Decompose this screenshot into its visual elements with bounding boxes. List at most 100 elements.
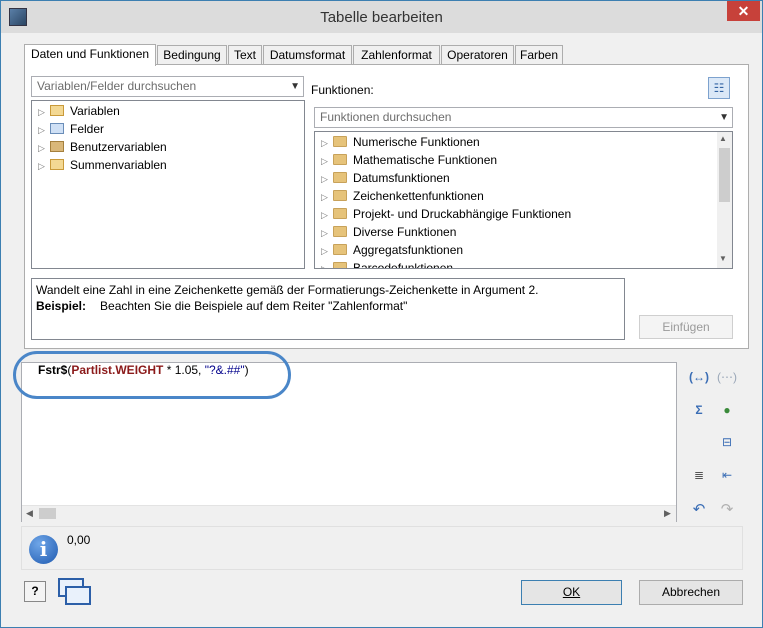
scroll-right-icon[interactable]: ▶ [664,508,671,519]
tab-bedingung[interactable]: Bedingung [157,45,227,65]
tree-item-label: Zeichenkettenfunktionen [353,189,484,203]
tree-item-label: Summenvariablen [70,158,167,172]
example-text: Beachten Sie die Beispiele auf dem Reite… [100,299,408,313]
brackets-icon[interactable]: (↔) [689,368,709,386]
tree-item-label: Numerische Funktionen [353,135,480,149]
expand-icon[interactable]: ▷ [38,139,50,157]
tree-item-label: Felder [70,122,105,136]
window-title: Tabelle bearbeiten [320,9,443,26]
tab-farben[interactable]: Farben [515,45,563,65]
expand-icon[interactable]: ▷ [38,103,50,121]
tree-item-aggregatsfunktionen[interactable]: ▷ Aggregatsfunktionen [321,241,463,259]
functions-search-placeholder: Funktionen durchsuchen [320,110,452,124]
tree-item-zeichenkettenfunktionen[interactable]: ▷ Zeichenkettenfunktionen [321,187,484,205]
user-variable-icon [50,141,64,152]
tree-item-mathematische-funktionen[interactable]: ▷ Mathematische Funktionen [321,151,497,169]
variable-icon [50,105,64,116]
chevron-down-icon: ▼ [719,112,729,123]
expand-icon[interactable]: ▷ [321,170,333,188]
result-value: 0,00 [67,533,91,547]
cancel-button[interactable]: Abbrechen [639,580,743,605]
close-button[interactable]: ✕ [727,1,760,21]
example-label: Beispiel: [36,299,87,313]
folder-icon [333,244,347,255]
editor-horizontal-scrollbar[interactable]: ◀ ▶ [22,505,676,522]
indent-icon[interactable]: ≣ [689,466,709,484]
folder-icon [333,262,347,268]
redo-icon[interactable]: ↷ [717,501,737,519]
title-bar: Tabelle bearbeiten ✕ [1,1,762,33]
windows-icon[interactable] [58,578,91,605]
folder-icon [333,172,347,183]
scrollbar-thumb[interactable] [39,508,56,519]
view-toggle-icon[interactable]: ☷ [708,77,730,99]
functions-scrollbar[interactable]: ▲ ▼ [717,132,732,268]
folder-icon [333,136,347,147]
scroll-up-icon[interactable]: ▲ [719,134,727,143]
function-description: Wandelt eine Zahl in eine Zeichenkette g… [31,278,625,340]
tree-item-projekt-funktionen[interactable]: ▷ Projekt- und Druckabhängige Funktionen [321,205,571,223]
expand-icon[interactable]: ▷ [321,152,333,170]
expand-icon[interactable]: ▷ [321,260,333,268]
undo-icon[interactable]: ↶ [689,501,709,519]
example-line: Beispiel: Beachten Sie die Beispiele auf … [36,298,620,314]
sum-icon[interactable]: Σ [689,401,709,419]
field-icon [50,123,64,134]
variables-tree: ▷ Variablen ▷ Felder ▷ Benutzervariablen ▷ S… [31,100,305,269]
folder-icon [333,154,347,165]
insert-button[interactable]: Einfügen [639,315,733,339]
functions-tree: ▷ Numerische Funktionen ▷ Mathematische Fu… [314,131,733,269]
tree-item-variablen[interactable]: ▷ Variablen [38,102,120,120]
highlight-annotation [13,351,291,399]
tree-item-benutzervariablen[interactable]: ▷ Benutzervariablen [38,138,167,156]
folder-icon [333,190,347,201]
expand-icon[interactable]: ▷ [321,224,333,242]
expand-icon[interactable]: ▷ [38,121,50,139]
tree-item-label: Variablen [70,104,120,118]
info-icon: i [29,535,58,564]
tree-item-label: Mathematische Funktionen [353,153,498,167]
tab-text[interactable]: Text [228,45,262,65]
expand-icon[interactable]: ▷ [321,242,333,260]
variables-search-placeholder: Variablen/Felder durchsuchen [37,79,197,93]
dialog-window: Tabelle bearbeiten ✕ Daten und Funktione… [0,0,763,628]
tree-item-diverse-funktionen[interactable]: ▷ Diverse Funktionen [321,223,456,241]
description-text: Wandelt eine Zahl in eine Zeichenkette g… [36,283,539,297]
sum-variable-icon [50,159,64,170]
users-icon[interactable]: ● [717,401,737,419]
outdent-icon[interactable]: ⇤ [717,466,737,484]
tree-item-barcodefunktionen[interactable]: ▷ Barcodefunktionen [321,259,454,269]
scroll-left-icon[interactable]: ◀ [26,508,33,519]
expand-icon[interactable]: ▷ [321,188,333,206]
help-icon[interactable]: ? [24,581,46,602]
chevron-down-icon: ▼ [290,81,300,92]
scroll-down-icon[interactable]: ▼ [719,254,727,263]
tree-item-datumsfunktionen[interactable]: ▷ Datumsfunktionen [321,169,450,187]
tree-item-label: Barcodefunktionen [353,261,454,269]
tree-item-numerische-funktionen[interactable]: ▷ Numerische Funktionen [321,133,480,151]
tab-daten-und-funktionen[interactable]: Daten und Funktionen [24,44,156,66]
insert-line-icon[interactable]: ⊟ [717,433,737,451]
variables-search-combo[interactable]: Variablen/Felder durchsuchen ▼ [31,76,304,97]
tree-item-summenvariablen[interactable]: ▷ Summenvariablen [38,156,167,174]
tab-datumsformat[interactable]: Datumsformat [263,45,352,65]
expand-icon[interactable]: ▷ [321,134,333,152]
tree-item-label: Aggregatsfunktionen [353,243,464,257]
folder-icon [333,226,347,237]
folder-icon [333,208,347,219]
tree-item-label: Datumsfunktionen [353,171,450,185]
functions-search-combo[interactable]: Funktionen durchsuchen ▼ [314,107,733,128]
tab-zahlenformat[interactable]: Zahlenformat [353,45,440,65]
expand-icon[interactable]: ▷ [321,206,333,224]
functions-label: Funktionen: [311,83,374,97]
ok-label: OK [562,585,581,599]
tab-operatoren[interactable]: Operatoren [441,45,514,65]
tree-item-felder[interactable]: ▷ Felder [38,120,104,138]
tree-item-label: Diverse Funktionen [353,225,457,239]
tree-item-label: Projekt- und Druckabhängige Funktionen [353,207,572,221]
parameters-icon[interactable]: (⋯) [717,368,737,386]
scrollbar-thumb[interactable] [719,148,730,202]
expand-icon[interactable]: ▷ [38,157,50,175]
result-status: i 0,00 [21,526,743,570]
ok-button[interactable]: OK [521,580,622,605]
